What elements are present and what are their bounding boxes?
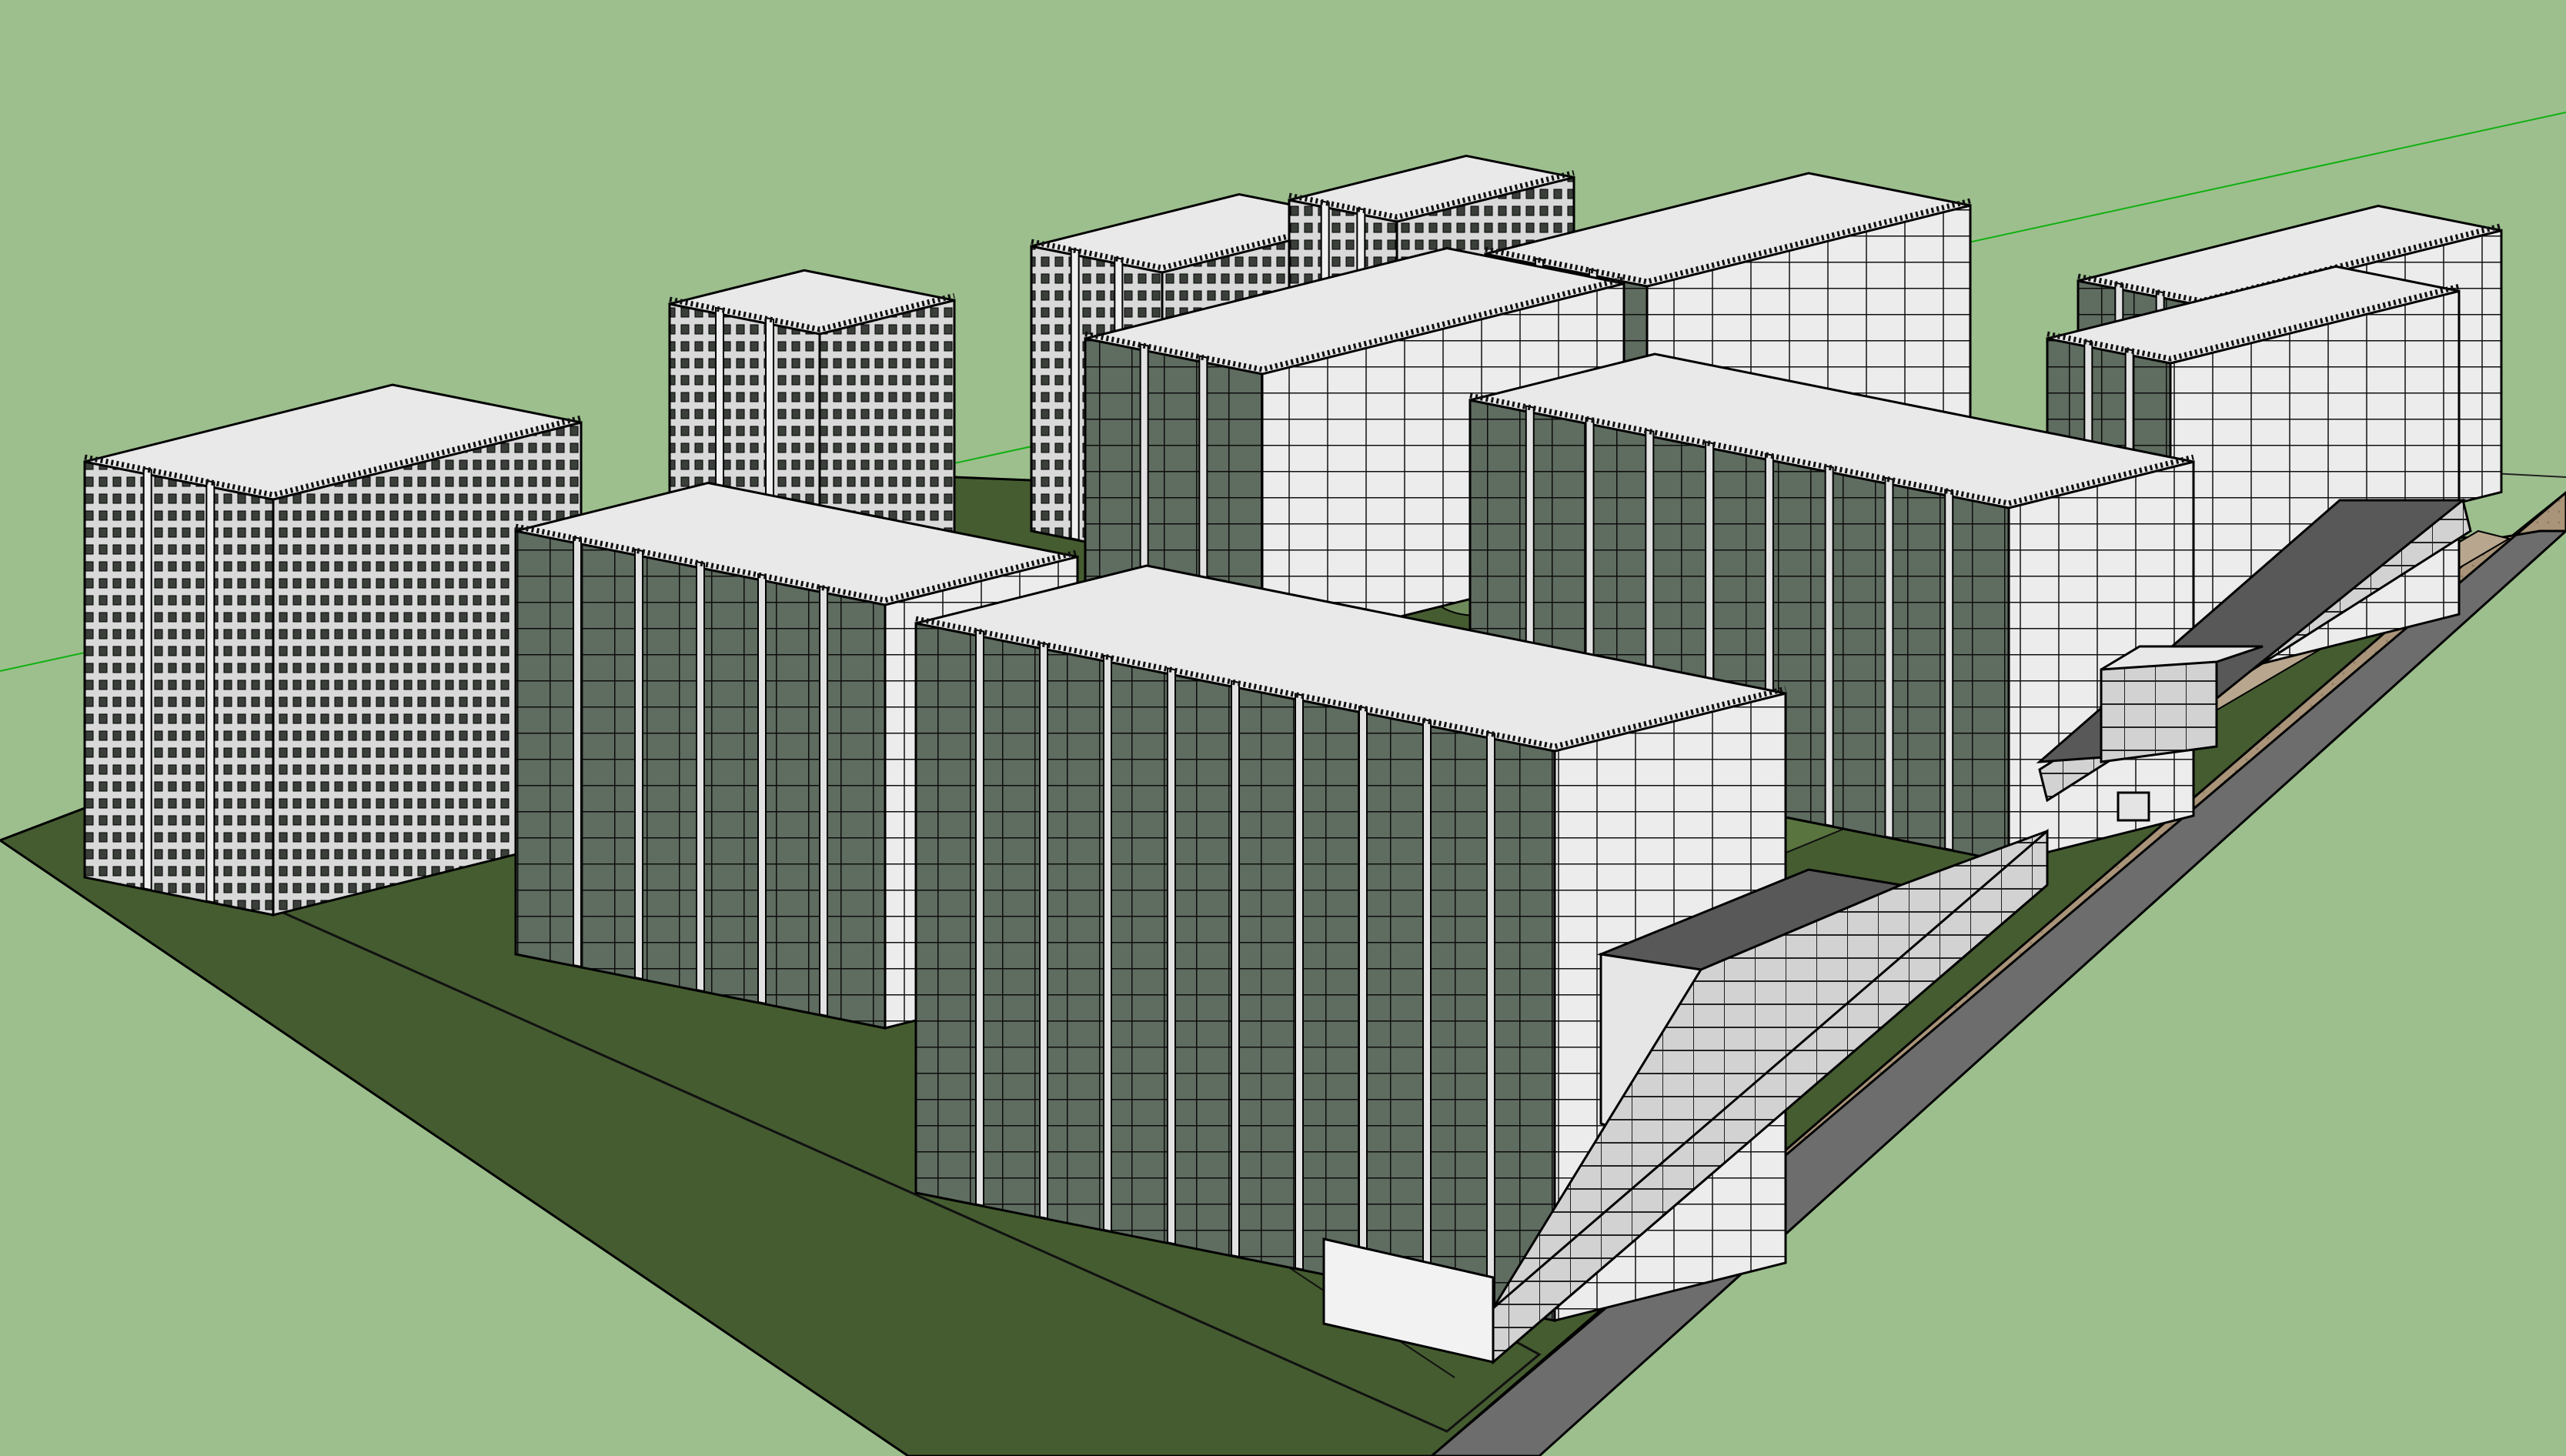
tower-west-slim[interactable]	[83, 383, 583, 917]
pilaster	[975, 629, 984, 1207]
pilaster	[757, 573, 767, 1005]
scene-canvas[interactable]	[0, 0, 2566, 1456]
pilaster	[1944, 489, 1954, 851]
facade-left	[83, 460, 275, 917]
pilaster	[1824, 465, 1834, 827]
pilaster	[1167, 667, 1176, 1245]
pilaster	[1422, 718, 1432, 1297]
pilaster	[1884, 476, 1894, 840]
pilaster	[142, 467, 152, 891]
pilaster	[696, 560, 705, 993]
modeling-viewport[interactable]	[0, 0, 2566, 1456]
pilaster	[205, 479, 216, 903]
pilaster	[1103, 654, 1112, 1233]
pilaster	[1070, 248, 1080, 541]
pilaster	[819, 585, 828, 1017]
pilaster	[1039, 641, 1048, 1220]
pilaster	[634, 548, 643, 980]
kiosk-box	[2117, 791, 2150, 822]
pilaster	[1295, 693, 1304, 1271]
pilaster	[573, 536, 582, 968]
pilaster	[1486, 731, 1495, 1309]
pilaster	[1231, 680, 1240, 1258]
pilaster	[1358, 705, 1368, 1284]
